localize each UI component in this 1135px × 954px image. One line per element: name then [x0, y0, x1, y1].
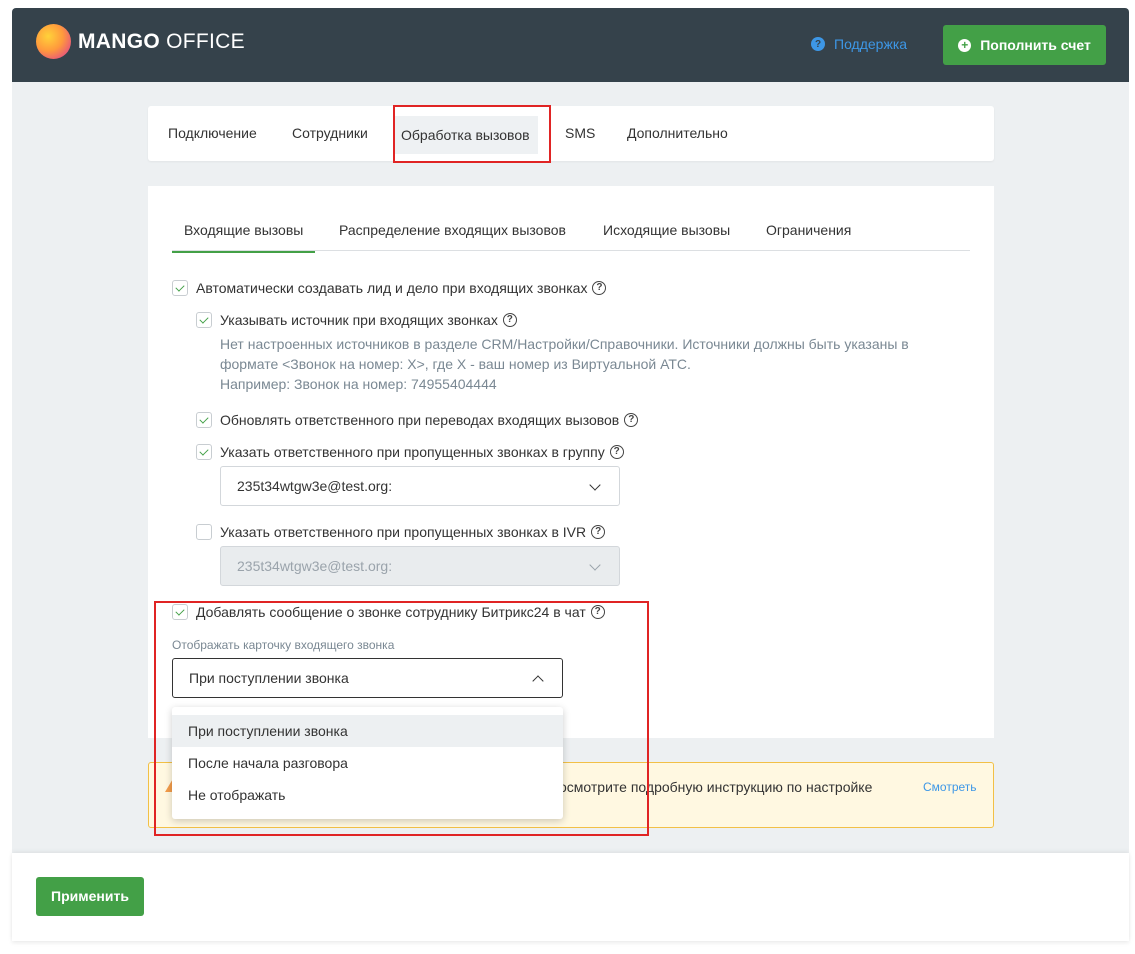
dropdown-option[interactable]: После начала разговора [172, 747, 563, 779]
select-value: 235t34wtgw3e@test.org: [237, 478, 393, 494]
source-hint: Нет настроенных источников в разделе CRM… [220, 334, 950, 394]
update-responsible-label: Обновлять ответственного при переводах в… [220, 412, 620, 428]
tab-additional[interactable]: Дополнительно [627, 106, 728, 161]
topup-label: Пополнить счет [980, 37, 1091, 53]
update-responsible-checkbox[interactable] [196, 412, 212, 428]
hint-line: формате <Звонок на номер: X>, где X - ва… [220, 356, 691, 372]
missed-ivr-label: Указать ответственного при пропущенных з… [220, 524, 587, 540]
missed-ivr-checkbox[interactable] [196, 524, 212, 540]
help-icon[interactable]: ? [591, 525, 606, 539]
logo-text: MANGO OFFICE [78, 29, 245, 53]
chat-message-row: Добавлять сообщение о звонке сотруднику … [172, 604, 605, 620]
apply-button[interactable]: Применить [36, 877, 144, 916]
card-display-dropdown: При поступлении звонка После начала разг… [172, 707, 563, 819]
support-link[interactable]: ? Поддержка [811, 36, 907, 52]
help-icon[interactable]: ? [502, 313, 517, 327]
source-row: Указывать источник при входящих звонках … [196, 312, 517, 328]
main-tabs: Подключение Сотрудники Обработка вызовов… [148, 106, 994, 161]
hint-line: Нет настроенных источников в разделе CRM… [220, 336, 909, 352]
update-responsible-row: Обновлять ответственного при переводах в… [196, 412, 639, 428]
auto-lead-label: Автоматически создавать лид и дело при в… [196, 280, 588, 296]
select-value: При поступлении звонка [189, 670, 349, 686]
logo[interactable]: MANGO OFFICE [36, 24, 245, 59]
chevron-up-icon [532, 675, 544, 687]
app-window: MANGO OFFICE ? Поддержка + Пополнить сче… [12, 8, 1129, 954]
sub-tabs: Входящие вызовы Распределение входящих в… [172, 210, 970, 253]
missed-group-label: Указать ответственного при пропущенных з… [220, 444, 605, 460]
warning-text: осмотрите подробную инструкцию по настро… [559, 779, 873, 795]
plus-circle-icon: + [958, 38, 972, 52]
auto-lead-row: Автоматически создавать лид и дело при в… [172, 280, 607, 296]
warning-link[interactable]: Смотреть [923, 780, 977, 794]
tab-connection[interactable]: Подключение [168, 106, 257, 161]
source-checkbox[interactable] [196, 312, 212, 328]
hint-line: Например: Звонок на номер: 74955404444 [220, 376, 497, 392]
subtab-restrictions[interactable]: Ограничения [766, 222, 851, 238]
settings-panel: Входящие вызовы Распределение входящих в… [148, 186, 994, 738]
missed-group-checkbox[interactable] [196, 444, 212, 460]
source-label: Указывать источник при входящих звонках [220, 312, 498, 328]
missed-group-select[interactable]: 235t34wtgw3e@test.org: [220, 466, 620, 506]
tab-sms[interactable]: SMS [565, 106, 595, 161]
footer-bar: Применить [12, 853, 1129, 941]
card-display-label: Отображать карточку входящего звонка [172, 638, 395, 652]
chevron-down-icon [589, 479, 601, 491]
tab-call-processing[interactable]: Обработка вызовов [393, 116, 538, 154]
help-circle-icon: ? [811, 37, 825, 51]
topup-button[interactable]: + Пополнить счет [943, 25, 1106, 65]
missed-group-row: Указать ответственного при пропущенных з… [196, 444, 624, 460]
help-icon[interactable]: ? [609, 445, 624, 459]
card-display-select[interactable]: При поступлении звонка [172, 658, 563, 698]
auto-lead-checkbox[interactable] [172, 280, 188, 296]
subtab-incoming[interactable]: Входящие вызовы [172, 222, 316, 253]
dropdown-option[interactable]: Не отображать [172, 779, 563, 811]
missed-ivr-row: Указать ответственного при пропущенных з… [196, 524, 606, 540]
subtab-outgoing[interactable]: Исходящие вызовы [603, 222, 730, 238]
select-value: 235t34wtgw3e@test.org: [237, 558, 393, 574]
chat-message-label: Добавлять сообщение о звонке сотруднику … [196, 604, 586, 620]
dropdown-option[interactable]: При поступлении звонка [172, 715, 563, 747]
subtab-distribution[interactable]: Распределение входящих вызовов [339, 222, 566, 238]
help-icon[interactable]: ? [590, 605, 605, 619]
chat-message-checkbox[interactable] [172, 604, 188, 620]
tab-employees[interactable]: Сотрудники [292, 106, 368, 161]
support-label: Поддержка [834, 36, 908, 52]
help-icon[interactable]: ? [624, 413, 639, 427]
logo-mark-icon [36, 24, 71, 59]
help-icon[interactable]: ? [592, 281, 607, 295]
top-bar: MANGO OFFICE ? Поддержка + Пополнить сче… [12, 8, 1129, 82]
missed-ivr-select: 235t34wtgw3e@test.org: [220, 546, 620, 586]
chevron-down-icon [589, 559, 601, 571]
